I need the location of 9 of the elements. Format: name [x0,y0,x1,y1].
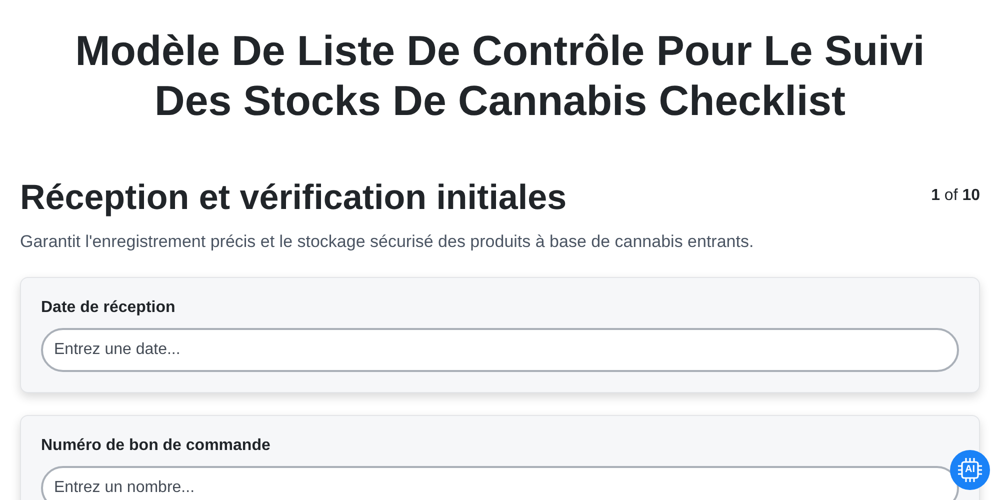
chip-icon [957,457,983,483]
input-field[interactable]: Entrez une date... [41,328,959,372]
section-description: Garantit l'enregistrement précis et le stockage sécurisé des produits à base de cannabis entrants. [20,231,755,253]
input-field[interactable]: Entrez un nombre... [41,466,959,500]
section-heading: Réception et vérification initiales [20,177,567,219]
field-label: Numéro de bon de commande [41,436,272,456]
page-title: Modèle De Liste De Contrôle Pour Le Suivi Des Stocks De Cannabis Checklist [74,26,926,126]
field-label: Date de réception [41,298,176,318]
page-counter: 1 of 10 [931,186,980,206]
